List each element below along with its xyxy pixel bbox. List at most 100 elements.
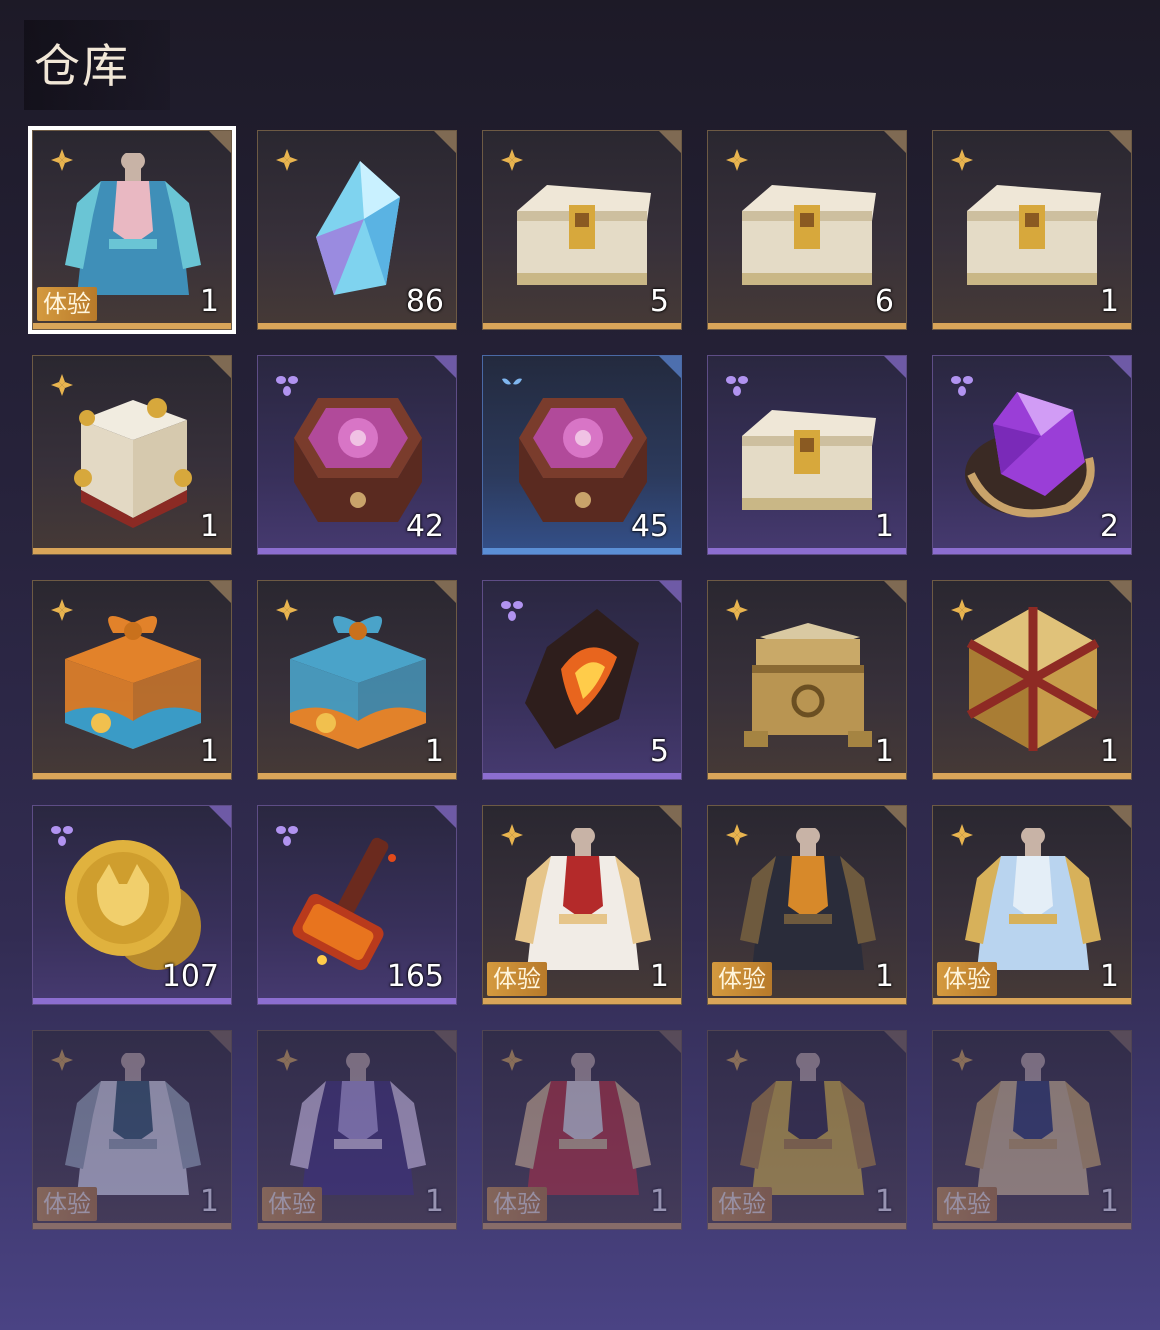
inventory-slot-outfit-white-coat[interactable]: 体验 1 xyxy=(32,1030,232,1230)
inventory-slot-white-chest[interactable]: 1 xyxy=(707,355,907,555)
slot-corner-marker xyxy=(209,1031,231,1053)
rarity-bar xyxy=(258,323,456,329)
inventory-slot-outfit-gold-robe[interactable]: 体验 1 xyxy=(932,1030,1132,1230)
chest-icon xyxy=(507,153,659,305)
rarity-bar xyxy=(258,998,456,1004)
slot-corner-marker xyxy=(434,356,456,378)
item-quantity: 1 xyxy=(1099,959,1119,994)
inventory-slot-fire-stone[interactable]: 5 xyxy=(482,580,682,780)
item-quantity: 1 xyxy=(199,734,219,769)
rarity-bar xyxy=(933,323,1131,329)
slot-corner-marker xyxy=(209,131,231,153)
rarity-bar xyxy=(483,773,681,779)
rarity-bar xyxy=(933,998,1131,1004)
inventory-slot-outfit-red-white[interactable]: 体验 1 xyxy=(482,805,682,1005)
item-quantity: 1 xyxy=(649,959,669,994)
item-quantity: 1 xyxy=(1099,284,1119,319)
rarity-bar xyxy=(708,1223,906,1229)
inventory-slot-hexagon-box[interactable]: 45 xyxy=(482,355,682,555)
inventory-slot-blue-gift-bundle[interactable]: 1 xyxy=(257,580,457,780)
outfit-icon xyxy=(507,1051,659,1205)
inventory-slot-outfit-light-blue[interactable]: 体验 1 xyxy=(932,805,1132,1005)
item-quantity: 5 xyxy=(649,734,669,769)
golden-chest-icon xyxy=(732,603,884,755)
inventory-slot-ornate-white-chest[interactable]: 1 xyxy=(32,355,232,555)
inventory-slot-purple-gem[interactable]: 2 xyxy=(932,355,1132,555)
item-quantity: 1 xyxy=(199,1184,219,1219)
item-quantity: 1 xyxy=(874,509,894,544)
gift-icon xyxy=(282,603,434,755)
item-quantity: 5 xyxy=(649,284,669,319)
rarity-bar xyxy=(708,323,906,329)
slot-corner-marker xyxy=(1109,581,1131,603)
inventory-slot-outfit-cyan-robe[interactable]: 体验 1 xyxy=(28,126,236,334)
hex-box-icon xyxy=(507,378,659,530)
item-quantity: 1 xyxy=(199,509,219,544)
outfit-icon xyxy=(57,151,209,305)
slot-corner-marker xyxy=(659,356,681,378)
inventory-grid: 体验 1 86 5 6 1 1 42 45 1 2 1 1 5 1 1 107 … xyxy=(0,0,1160,1330)
trial-badge: 体验 xyxy=(487,962,547,996)
outfit-icon xyxy=(282,1051,434,1205)
slot-corner-marker xyxy=(209,806,231,828)
inventory-slot-gold-coin[interactable]: 107 xyxy=(32,805,232,1005)
item-quantity: 1 xyxy=(424,1184,444,1219)
inventory-slot-golden-chest[interactable]: 1 xyxy=(707,580,907,780)
rarity-bar xyxy=(33,773,231,779)
item-quantity: 1 xyxy=(424,734,444,769)
item-quantity: 45 xyxy=(630,509,669,544)
slot-corner-marker xyxy=(434,581,456,603)
item-quantity: 1 xyxy=(1099,734,1119,769)
rarity-bar xyxy=(33,548,231,554)
slot-corner-marker xyxy=(1109,356,1131,378)
inventory-slot-white-chest[interactable]: 1 xyxy=(932,130,1132,330)
rarity-bar xyxy=(258,773,456,779)
item-quantity: 165 xyxy=(386,959,444,994)
trial-badge: 体验 xyxy=(37,287,97,321)
hammer-icon xyxy=(282,828,434,980)
inventory-slot-orange-gift-bundle[interactable]: 1 xyxy=(32,580,232,780)
slot-corner-marker xyxy=(884,356,906,378)
inventory-slot-outfit-purple-dress[interactable]: 体验 1 xyxy=(257,1030,457,1230)
item-quantity: 1 xyxy=(1099,1184,1119,1219)
rarity-bar xyxy=(258,548,456,554)
hex-box-icon xyxy=(282,378,434,530)
slot-corner-marker xyxy=(884,1031,906,1053)
rarity-bar xyxy=(708,998,906,1004)
inventory-slot-outfit-red-fur[interactable]: 体验 1 xyxy=(482,1030,682,1230)
inventory-slot-hexagon-box[interactable]: 42 xyxy=(257,355,457,555)
inventory-slot-outfit-dark-warrior[interactable]: 体验 1 xyxy=(707,805,907,1005)
gem-icon xyxy=(957,378,1109,530)
dice-icon xyxy=(957,603,1109,755)
slot-corner-marker xyxy=(434,131,456,153)
trial-badge: 体验 xyxy=(262,1187,322,1221)
slot-corner-marker xyxy=(659,806,681,828)
slot-corner-marker xyxy=(1109,1031,1131,1053)
item-quantity: 1 xyxy=(874,734,894,769)
item-quantity: 86 xyxy=(405,284,444,319)
inventory-slot-white-chest[interactable]: 6 xyxy=(707,130,907,330)
inventory-slot-red-gold-dice[interactable]: 1 xyxy=(932,580,1132,780)
fire-stone-icon xyxy=(507,603,659,755)
inventory-slot-crystal-blue[interactable]: 86 xyxy=(257,130,457,330)
slot-corner-marker xyxy=(659,1031,681,1053)
item-quantity: 1 xyxy=(649,1184,669,1219)
slot-corner-marker xyxy=(1109,806,1131,828)
slot-corner-marker xyxy=(659,581,681,603)
slot-corner-marker xyxy=(884,131,906,153)
item-quantity: 2 xyxy=(1099,509,1119,544)
inventory-slot-outfit-yellow-set[interactable]: 体验 1 xyxy=(707,1030,907,1230)
rarity-bar xyxy=(33,1223,231,1229)
rarity-bar xyxy=(708,548,906,554)
trial-badge: 体验 xyxy=(37,1187,97,1221)
slot-corner-marker xyxy=(1109,131,1131,153)
rarity-bar xyxy=(933,773,1131,779)
chest-icon xyxy=(732,378,884,530)
slot-corner-marker xyxy=(884,806,906,828)
inventory-slot-red-hammer[interactable]: 165 xyxy=(257,805,457,1005)
outfit-icon xyxy=(957,826,1109,980)
slot-corner-marker xyxy=(209,581,231,603)
rarity-bar xyxy=(483,998,681,1004)
inventory-slot-white-chest[interactable]: 5 xyxy=(482,130,682,330)
slot-corner-marker xyxy=(884,581,906,603)
